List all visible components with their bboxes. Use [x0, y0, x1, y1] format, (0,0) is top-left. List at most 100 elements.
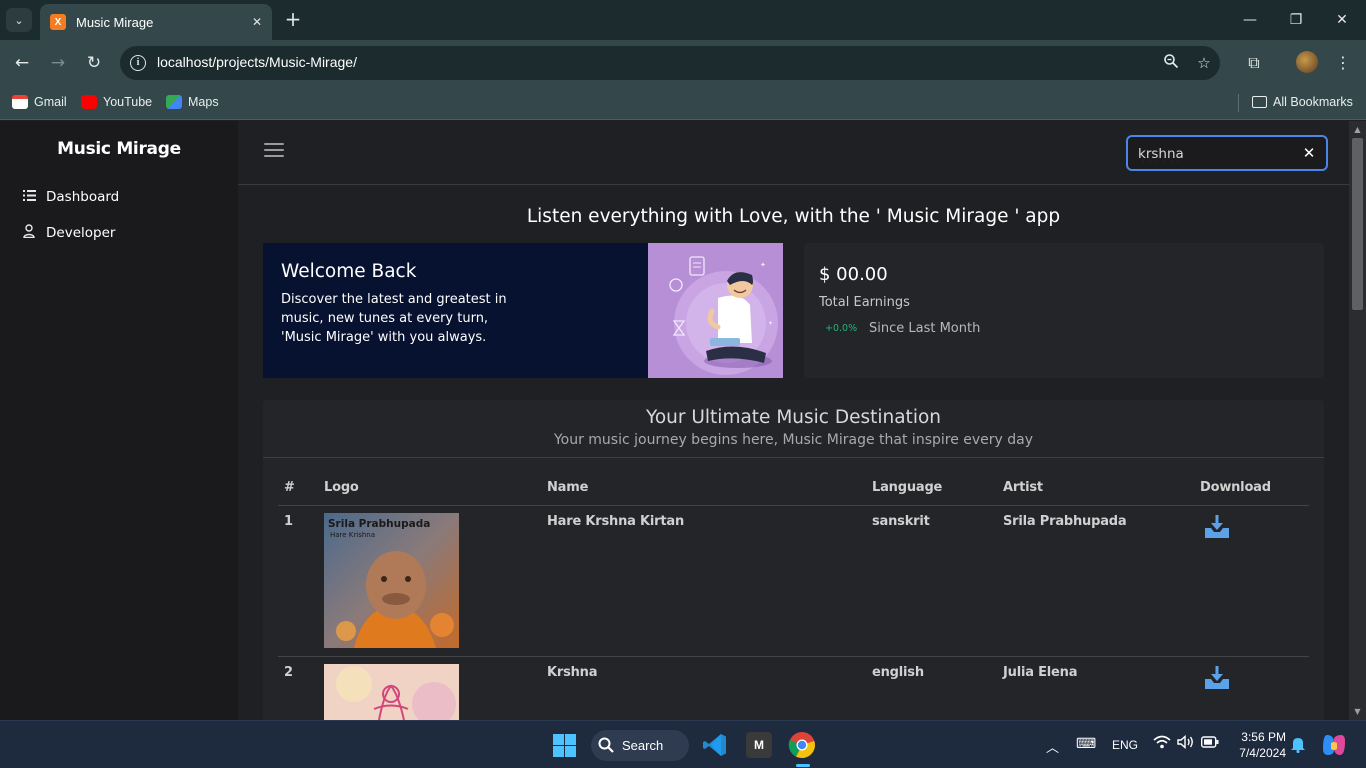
song-language: english: [872, 665, 924, 680]
tab-close-icon[interactable]: ✕: [252, 15, 262, 29]
row-number: 2: [284, 665, 293, 680]
song-logo-image[interactable]: Srila Prabhupada Hare Krishna: [324, 513, 459, 648]
search-icon: [597, 736, 615, 754]
tab-search-button[interactable]: ⌄: [6, 8, 32, 32]
battery-icon[interactable]: [1200, 736, 1219, 751]
scroll-down-icon[interactable]: ▼: [1353, 707, 1362, 716]
forward-button[interactable]: →: [47, 52, 69, 74]
address-bar[interactable]: i localhost/projects/Music-Mirage/ ☆: [120, 46, 1220, 80]
song-logo-image[interactable]: [324, 664, 459, 720]
maps-icon: [166, 95, 182, 109]
menu-kebab-icon[interactable]: ⋮: [1332, 52, 1354, 74]
column-header-language: Language: [872, 480, 943, 495]
restore-icon[interactable]: ❐: [1286, 10, 1306, 30]
vscode-icon[interactable]: [701, 731, 729, 759]
column-header-download: Download: [1200, 480, 1271, 495]
page-heading: Listen everything with Love, with the ' …: [526, 206, 1061, 227]
download-icon[interactable]: [1203, 514, 1231, 540]
song-name: Krshna: [547, 665, 598, 680]
welcome-title: Welcome Back: [281, 261, 417, 282]
windows-taskbar: Search M ︿ ⌨ ENG 3:56 PM 7/4/2024: [0, 720, 1366, 768]
youtube-icon: [81, 95, 97, 109]
song-name: Hare Krshna Kirtan: [547, 514, 685, 529]
wifi-icon[interactable]: [1153, 735, 1171, 752]
back-button[interactable]: ←: [11, 52, 33, 74]
profile-avatar[interactable]: [1296, 51, 1318, 73]
column-header-logo: Logo: [324, 480, 359, 495]
column-header-artist: Artist: [1003, 480, 1043, 495]
earnings-amount: $ 00.00: [819, 264, 888, 285]
download-icon[interactable]: [1203, 665, 1231, 691]
sidebar: Music Mirage Dashboard Developer: [0, 121, 238, 720]
xampp-favicon-icon: X: [50, 14, 66, 30]
bookmark-gmail[interactable]: Gmail: [12, 92, 67, 112]
taskbar-search-button[interactable]: Search: [591, 730, 689, 761]
window-close-icon[interactable]: ✕: [1332, 10, 1352, 30]
bookmark-youtube[interactable]: YouTube: [81, 92, 152, 112]
song-language: sanskrit: [872, 514, 930, 529]
minimize-icon[interactable]: —: [1240, 10, 1260, 30]
bookmark-label: YouTube: [103, 95, 153, 109]
row-number: 1: [284, 514, 293, 529]
notification-bell-icon[interactable]: [1290, 735, 1306, 756]
user-icon: [22, 224, 36, 242]
sidebar-item-label: Dashboard: [46, 189, 120, 205]
taskbar-search-label: Search: [622, 738, 664, 753]
show-hidden-icons-chevron-icon[interactable]: ︿: [1046, 737, 1059, 756]
scroll-up-icon[interactable]: ▲: [1353, 125, 1362, 134]
earnings-change-badge: +0.0%: [825, 323, 858, 334]
bookmark-maps[interactable]: Maps: [166, 92, 219, 112]
column-header-number: #: [284, 480, 295, 495]
keyboard-icon[interactable]: ⌨: [1076, 735, 1096, 752]
songs-card: Your Ultimate Music Destination Your mus…: [263, 400, 1324, 730]
reload-button[interactable]: ↻: [83, 52, 105, 74]
url-text[interactable]: localhost/projects/Music-Mirage/: [157, 54, 357, 70]
sidebar-item-label: Developer: [46, 225, 116, 241]
welcome-text: Discover the latest and greatest in musi…: [281, 292, 507, 345]
table-header-divider: [278, 505, 1309, 506]
gmail-icon: [12, 95, 28, 109]
clock-date: 7/4/2024: [1239, 746, 1286, 760]
app-m-icon[interactable]: M: [746, 732, 772, 758]
bookmarks-bar: Gmail YouTube Maps All Bookmarks: [0, 86, 1366, 120]
bookmarks-separator: [1238, 94, 1239, 112]
clock-time: 3:56 PM: [1241, 730, 1286, 744]
sidebar-item-developer[interactable]: Developer: [22, 223, 115, 243]
browser-toolbar: ← → ↻ i localhost/projects/Music-Mirage/…: [0, 40, 1366, 86]
list-icon: [22, 189, 36, 205]
card-title: Your Ultimate Music Destination: [646, 407, 941, 428]
volume-icon[interactable]: [1177, 734, 1195, 752]
extensions-icon[interactable]: ⧉: [1243, 52, 1265, 74]
browser-tabstrip: ⌄ X Music Mirage ✕ + — ❐ ✕: [0, 0, 1366, 40]
search-clear-icon[interactable]: ✕: [1300, 144, 1318, 162]
bookmark-label: Maps: [188, 95, 219, 109]
earnings-card: $ 00.00 Total Earnings +0.0% Since Last …: [804, 243, 1324, 378]
site-info-icon[interactable]: i: [130, 55, 146, 71]
scrollbar-thumb[interactable]: [1352, 138, 1363, 310]
sidebar-item-dashboard[interactable]: Dashboard: [22, 187, 119, 207]
search-box[interactable]: ✕: [1126, 135, 1328, 171]
folder-icon: [1252, 96, 1267, 108]
new-tab-button[interactable]: +: [282, 9, 304, 31]
copilot-icon[interactable]: [1321, 733, 1347, 760]
language-indicator[interactable]: ENG: [1112, 738, 1138, 752]
page-scrollbar[interactable]: ▲ ▼: [1349, 121, 1366, 720]
chrome-icon[interactable]: [788, 731, 816, 759]
column-header-name: Name: [547, 480, 589, 495]
windows-start-icon[interactable]: [553, 734, 576, 757]
tab-title: Music Mirage: [76, 14, 154, 30]
search-input[interactable]: [1138, 144, 1288, 164]
song-artist: Julia Elena: [1003, 665, 1078, 680]
logo-subcaption: Hare Krishna: [330, 531, 375, 539]
brand-logo-text[interactable]: Music Mirage: [0, 139, 238, 159]
bookmark-star-icon[interactable]: ☆: [1194, 53, 1214, 73]
browser-tab[interactable]: X Music Mirage ✕: [40, 4, 272, 40]
hamburger-menu-icon[interactable]: [264, 143, 284, 159]
all-bookmarks-button[interactable]: All Bookmarks: [1252, 92, 1353, 112]
zoom-icon[interactable]: [1161, 53, 1181, 73]
all-bookmarks-label: All Bookmarks: [1273, 95, 1353, 109]
taskbar-clock[interactable]: 3:56 PM 7/4/2024: [1232, 729, 1286, 761]
logo-caption: Srila Prabhupada: [328, 518, 430, 530]
row-divider: [278, 656, 1309, 657]
earnings-label: Total Earnings: [819, 295, 910, 310]
